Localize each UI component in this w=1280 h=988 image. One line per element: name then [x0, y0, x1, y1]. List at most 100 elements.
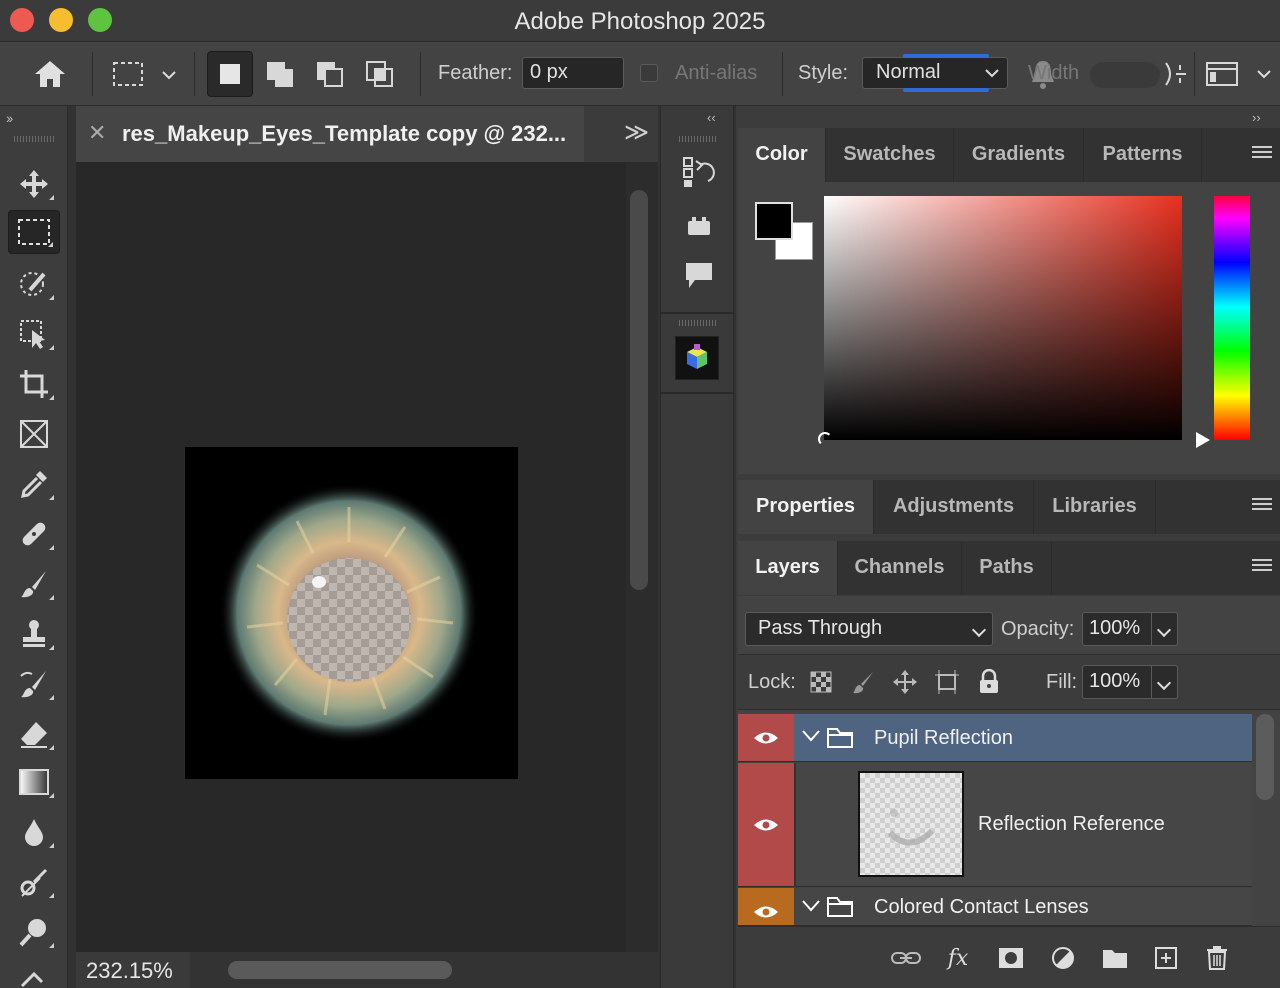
width-input[interactable]	[1090, 62, 1160, 88]
workspace-chevron-down-icon[interactable]	[1252, 62, 1276, 86]
fx-layer-style-icon[interactable]: fx	[943, 945, 973, 971]
tab-channels[interactable]: Channels	[838, 541, 962, 595]
tab-gradients[interactable]: Gradients	[954, 128, 1084, 182]
new-layer-icon[interactable]	[1151, 945, 1181, 971]
fill-input[interactable]: 100%	[1082, 665, 1178, 699]
lock-image-pixels-icon[interactable]	[850, 669, 876, 695]
fill-value: 100%	[1089, 670, 1141, 692]
magnifier-icon	[19, 919, 46, 947]
lock-all-icon[interactable]	[976, 669, 1002, 695]
layer-row-colored-contact-lenses[interactable]: Colored Contact Lenses	[738, 888, 1252, 926]
toolbar-grip[interactable]	[14, 136, 54, 142]
text-tool[interactable]	[8, 956, 60, 988]
quick-selection-tool[interactable]	[8, 262, 60, 306]
layer-row-pupil-reflection[interactable]: Pupil Reflection	[738, 714, 1252, 762]
lock-transparent-pixels-icon[interactable]	[808, 669, 834, 695]
layer-name: Colored Contact Lenses	[874, 896, 1089, 918]
properties-panel-tabs: Properties Adjustments Libraries	[738, 480, 1280, 534]
blur-tool[interactable]	[8, 810, 60, 854]
tool-preset-chevron-down-icon[interactable]	[156, 62, 182, 88]
layer-row-reflection-reference[interactable]: Reflection Reference	[738, 763, 1252, 887]
move-tool[interactable]	[8, 162, 60, 206]
tab-patterns[interactable]: Patterns	[1084, 128, 1202, 182]
canvas-area[interactable]	[76, 162, 626, 952]
hue-slider[interactable]	[1214, 196, 1250, 440]
comments-panel-icon[interactable]	[679, 256, 719, 296]
close-tab-icon[interactable]: ✕	[88, 120, 106, 146]
style-select[interactable]: Normal	[862, 54, 1008, 92]
hue-slider-marker[interactable]	[1196, 432, 1210, 448]
frame-tool[interactable]	[8, 412, 60, 456]
visibility-eye-icon[interactable]	[738, 763, 794, 886]
color-picker-field[interactable]	[818, 196, 1182, 446]
lock-artboard-icon[interactable]	[934, 669, 960, 695]
history-brush-tool[interactable]	[8, 662, 60, 706]
tab-libraries[interactable]: Libraries	[1034, 480, 1156, 534]
new-group-folder-icon[interactable]	[1100, 945, 1130, 971]
layers-scrollbar[interactable]	[1256, 714, 1274, 800]
rectangular-marquee-icon[interactable]	[108, 56, 148, 92]
adjustment-layer-icon[interactable]	[1048, 945, 1078, 971]
eraser-tool[interactable]	[8, 712, 60, 756]
visibility-eye-icon[interactable]	[738, 714, 794, 761]
home-icon[interactable]	[28, 56, 72, 92]
collapse-panels-icon[interactable]: ››	[1252, 110, 1261, 125]
dock-grip[interactable]	[679, 136, 717, 142]
workspace-icon[interactable]	[1204, 58, 1240, 90]
link-layers-icon[interactable]	[891, 945, 921, 971]
tab-properties[interactable]: Properties	[738, 480, 874, 534]
tab-color[interactable]: Color	[738, 128, 826, 182]
group-expand-chevron-icon[interactable]	[802, 900, 820, 912]
blend-mode-select[interactable]: Pass Through	[745, 612, 993, 646]
layers-panel-menu-icon[interactable]	[1252, 559, 1272, 574]
more-tabs-icon[interactable]: ≫	[624, 118, 649, 147]
foreground-color-swatch[interactable]	[755, 202, 793, 240]
zoom-tool[interactable]	[8, 910, 60, 954]
expand-tools-icon[interactable]: ››	[6, 110, 13, 126]
actions-panel-icon[interactable]	[679, 206, 719, 246]
document-tab[interactable]: ✕ res_Makeup_Eyes_Template copy @ 232...	[76, 106, 584, 162]
pen-tool[interactable]	[8, 860, 60, 904]
visibility-eye-icon[interactable]	[738, 888, 794, 925]
crop-tool[interactable]	[8, 362, 60, 406]
layer-thumbnail[interactable]	[858, 771, 964, 877]
refine-edge-icon[interactable]	[1160, 56, 1190, 92]
clone-stamp-tool[interactable]	[8, 612, 60, 656]
new-selection-button[interactable]	[207, 51, 253, 97]
tab-layers[interactable]: Layers	[738, 541, 838, 595]
opacity-input[interactable]: 100%	[1082, 612, 1178, 646]
brush-tool[interactable]	[8, 562, 60, 606]
add-layer-mask-icon[interactable]	[996, 945, 1026, 971]
crop-icon	[20, 370, 48, 398]
subtract-from-selection-button[interactable]	[307, 51, 353, 97]
delete-layer-trash-icon[interactable]	[1202, 945, 1232, 971]
marquee-tool[interactable]	[8, 210, 60, 254]
tab-paths[interactable]: Paths	[962, 541, 1052, 595]
vertical-scrollbar[interactable]	[630, 190, 648, 590]
title-bar: Adobe Photoshop 2025	[0, 0, 1280, 42]
folder-icon	[827, 897, 853, 917]
type-icon	[20, 971, 44, 988]
healing-brush-tool[interactable]	[8, 512, 60, 556]
object-selection-tool[interactable]	[8, 312, 60, 356]
zoom-level[interactable]: 232.15%	[86, 958, 173, 984]
horizontal-scrollbar[interactable]	[228, 961, 452, 979]
intersect-selection-button[interactable]	[357, 51, 403, 97]
color-picker-marker[interactable]	[818, 432, 832, 446]
tools-panel: ››	[0, 106, 68, 988]
plugin-cube-icon[interactable]	[675, 336, 719, 380]
history-panel-icon[interactable]	[679, 152, 719, 192]
collapse-dock-icon[interactable]: ‹‹	[707, 110, 716, 125]
properties-panel-menu-icon[interactable]	[1252, 498, 1272, 513]
feather-input[interactable]: 0 px	[522, 57, 624, 89]
add-to-selection-button[interactable]	[257, 51, 303, 97]
gradient-tool[interactable]	[8, 760, 60, 804]
group-expand-chevron-icon[interactable]	[802, 730, 820, 742]
tab-adjustments[interactable]: Adjustments	[874, 480, 1034, 534]
anti-alias-checkbox[interactable]	[640, 64, 658, 82]
eyedropper-tool[interactable]	[8, 462, 60, 506]
tab-swatches[interactable]: Swatches	[826, 128, 954, 182]
lock-position-icon[interactable]	[892, 669, 918, 695]
dock-grip-2[interactable]	[679, 320, 717, 326]
color-panel-menu-icon[interactable]	[1252, 146, 1272, 161]
